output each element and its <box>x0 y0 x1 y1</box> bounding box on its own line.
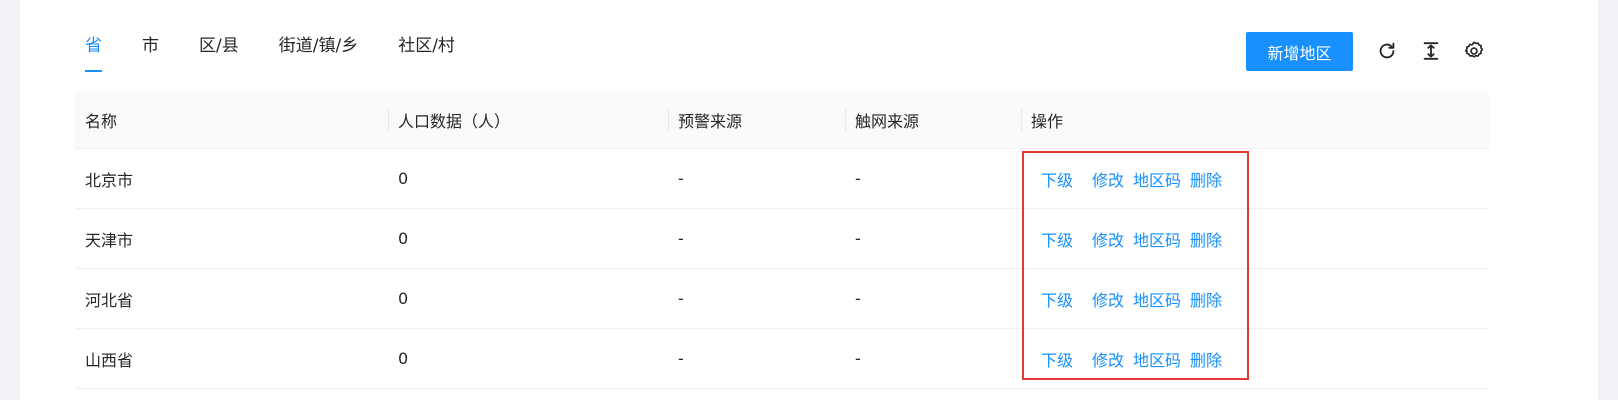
delete-link[interactable]: 删除 <box>1190 347 1222 371</box>
region-code-link[interactable]: 地区码 <box>1133 347 1181 371</box>
region-code-link[interactable]: 地区码 <box>1133 167 1181 191</box>
delete-link[interactable]: 删除 <box>1190 167 1222 191</box>
sub-level-link[interactable]: 下级 <box>1041 227 1073 251</box>
cell-actions: 下级 修改 地区码 删除 <box>1021 149 1489 208</box>
column-header-warning-source: 预警来源 <box>668 91 845 148</box>
cell-net-source: - <box>855 349 861 368</box>
table-row: 北京市 0 - - 下级 修改 地区码 删除 <box>75 149 1489 209</box>
tab-city[interactable]: 市 <box>142 0 159 56</box>
region-code-link[interactable]: 地区码 <box>1133 227 1181 251</box>
cell-warning-source: - <box>678 289 684 308</box>
cell-population: 0 <box>398 289 409 308</box>
cell-population: 0 <box>398 169 409 188</box>
cell-name: 北京市 <box>85 170 134 190</box>
region-level-tabs: 省 市 区/县 街道/镇/乡 社区/村 <box>85 0 495 75</box>
table-row: 天津市 0 - - 下级 修改 地区码 删除 <box>75 209 1489 269</box>
column-header-population: 人口数据（人） <box>388 91 668 148</box>
tab-province[interactable]: 省 <box>85 0 102 72</box>
settings-icon[interactable] <box>1463 40 1485 62</box>
column-header-actions: 操作 <box>1021 91 1489 148</box>
delete-link[interactable]: 删除 <box>1190 227 1222 251</box>
cell-net-source: - <box>855 229 861 248</box>
column-header-name: 名称 <box>85 111 118 131</box>
edit-link[interactable]: 修改 <box>1092 167 1124 191</box>
tab-district[interactable]: 区/县 <box>199 0 239 56</box>
sub-level-link[interactable]: 下级 <box>1041 287 1073 311</box>
cell-actions: 下级 修改 地区码 删除 <box>1021 209 1489 268</box>
cell-warning-source: - <box>678 169 684 188</box>
table-row: 河北省 0 - - 下级 修改 地区码 删除 <box>75 269 1489 329</box>
cell-actions: 下级 修改 地区码 删除 <box>1021 329 1489 388</box>
tab-street[interactable]: 街道/镇/乡 <box>279 0 358 56</box>
add-region-button[interactable]: 新增地区 <box>1246 32 1353 71</box>
cell-population: 0 <box>398 229 409 248</box>
delete-link[interactable]: 删除 <box>1190 287 1222 311</box>
cell-name: 天津市 <box>85 230 134 250</box>
sub-level-link[interactable]: 下级 <box>1041 167 1073 191</box>
sub-level-link[interactable]: 下级 <box>1041 347 1073 371</box>
column-height-icon[interactable] <box>1420 40 1442 62</box>
cell-name: 山西省 <box>85 350 134 370</box>
region-table: 名称 人口数据（人） 预警来源 触网来源 操作 北京市 0 - - 下级 修改 … <box>75 91 1489 389</box>
cell-name: 河北省 <box>85 290 134 310</box>
refresh-icon[interactable] <box>1376 40 1398 62</box>
edit-link[interactable]: 修改 <box>1092 227 1124 251</box>
cell-actions: 下级 修改 地区码 删除 <box>1021 269 1489 328</box>
column-header-net-source: 触网来源 <box>845 91 1021 148</box>
region-code-link[interactable]: 地区码 <box>1133 287 1181 311</box>
edit-link[interactable]: 修改 <box>1092 347 1124 371</box>
tab-community[interactable]: 社区/村 <box>398 0 455 56</box>
cell-net-source: - <box>855 289 861 308</box>
table-header: 名称 人口数据（人） 预警来源 触网来源 操作 <box>75 91 1489 149</box>
table-row: 山西省 0 - - 下级 修改 地区码 删除 <box>75 329 1489 389</box>
cell-population: 0 <box>398 349 409 368</box>
cell-warning-source: - <box>678 349 684 368</box>
cell-warning-source: - <box>678 229 684 248</box>
edit-link[interactable]: 修改 <box>1092 287 1124 311</box>
cell-net-source: - <box>855 169 861 188</box>
